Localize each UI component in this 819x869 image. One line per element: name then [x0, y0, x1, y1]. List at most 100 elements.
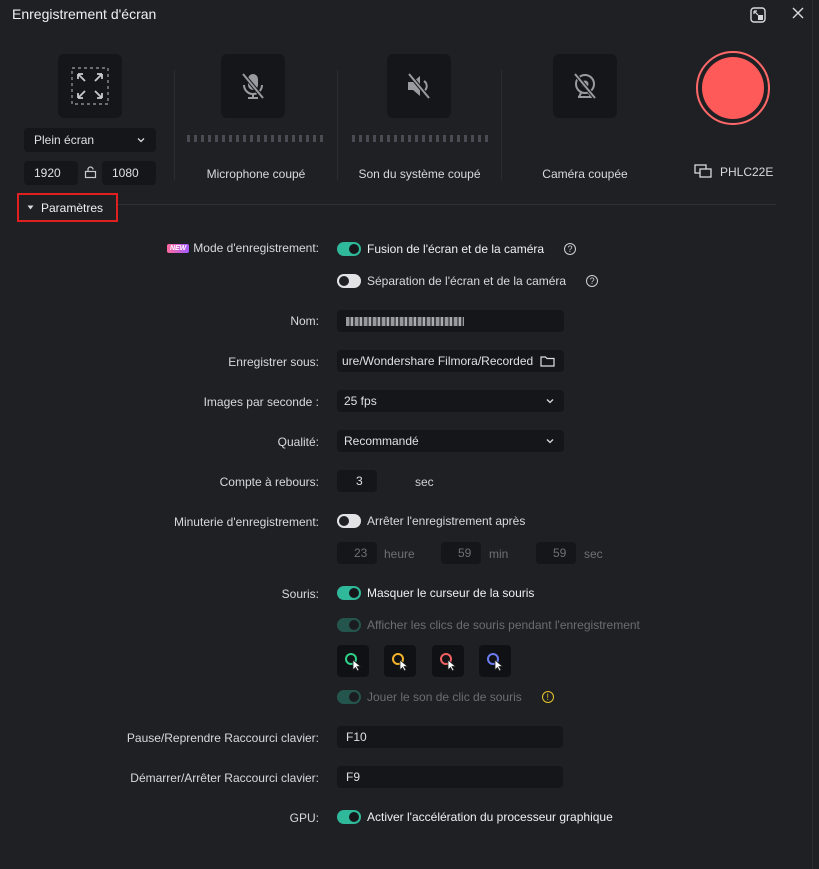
- chevron-down-icon: [137, 138, 145, 143]
- capture-mode-select[interactable]: Plein écran: [24, 128, 156, 152]
- show-clicks-label: Afficher les clics de souris pendant l'e…: [367, 618, 640, 632]
- height-input[interactable]: 1080: [102, 161, 156, 185]
- save-path-value: ure/Wondershare Filmora/Recorded: [342, 354, 534, 368]
- pause-shortcut-input[interactable]: F10: [337, 726, 563, 748]
- folder-icon[interactable]: [540, 355, 555, 367]
- timer-minutes-unit: min: [489, 547, 509, 561]
- camera-off-icon: [573, 72, 597, 100]
- mic-level-meter: [187, 135, 325, 142]
- window-title: Enregistrement d'écran: [12, 6, 157, 22]
- timer-option[interactable]: Arrêter l'enregistrement après: [337, 514, 525, 528]
- mic-label: Microphone coupé: [206, 167, 306, 181]
- cursor-click-icon: [487, 653, 504, 672]
- record-mode-label-text: Mode d'enregistrement:: [193, 241, 319, 255]
- start-shortcut-input[interactable]: F9: [337, 766, 563, 788]
- monitor-icon: [694, 164, 712, 178]
- record-mode-fusion-option[interactable]: Fusion de l'écran et de la caméra ?: [337, 242, 577, 256]
- timer-seconds-unit: sec: [584, 547, 603, 561]
- hide-cursor-option[interactable]: Masquer le curseur de la souris: [337, 586, 534, 600]
- timer-minutes-input[interactable]: 59: [441, 542, 481, 564]
- show-clicks-option[interactable]: Afficher les clics de souris pendant l'e…: [337, 618, 640, 632]
- save-location-input[interactable]: ure/Wondershare Filmora/Recorded: [337, 350, 564, 372]
- quality-label: Qualité:: [277, 435, 319, 449]
- click-sound-label: Jouer le son de clic de souris: [367, 690, 522, 704]
- pip-icon: [750, 7, 766, 23]
- cursor-click-icon: [392, 653, 409, 672]
- separate-label: Séparation de l'écran et de la caméra: [367, 274, 567, 288]
- gpu-option-label: Activer l'accélération du processeur gra…: [367, 810, 613, 824]
- record-mode-separate-option[interactable]: Séparation de l'écran et de la caméra ?: [337, 274, 599, 288]
- hide-cursor-label: Masquer le curseur de la souris: [367, 586, 535, 600]
- pause-shortcut-label: Pause/Reprendre Raccourci clavier:: [126, 731, 319, 745]
- fullscreen-area-button[interactable]: [58, 54, 122, 118]
- record-mode-label: NEW Mode d'enregistrement:: [166, 241, 319, 255]
- countdown-unit: sec: [415, 475, 434, 489]
- settings-header: Paramètres: [41, 200, 104, 215]
- countdown-label: Compte à rebours:: [219, 475, 319, 489]
- system-level-meter: [352, 135, 490, 142]
- aspect-lock-button[interactable]: [82, 163, 98, 181]
- new-badge: NEW: [166, 244, 190, 253]
- cursor-style-blue[interactable]: [479, 645, 511, 677]
- cursor-click-icon: [440, 653, 457, 672]
- quality-select[interactable]: Recommandé: [337, 430, 564, 452]
- capture-mode-value: Plein écran: [34, 133, 95, 147]
- fullscreen-icon: [71, 67, 109, 105]
- divider: [337, 70, 338, 180]
- warning-icon[interactable]: !: [541, 691, 554, 703]
- timer-hours-input[interactable]: 23: [337, 542, 377, 564]
- separate-toggle[interactable]: [337, 274, 361, 288]
- fps-value: 25 fps: [344, 394, 377, 408]
- record-button[interactable]: [696, 51, 770, 125]
- timer-toggle[interactable]: [337, 514, 361, 528]
- divider: [174, 70, 175, 180]
- fps-label: Images par seconde :: [203, 395, 319, 409]
- cursor-style-green[interactable]: [337, 645, 369, 677]
- link-icon: [84, 165, 96, 178]
- help-icon[interactable]: ?: [564, 243, 577, 255]
- timer-option-label: Arrêter l'enregistrement après: [367, 514, 526, 528]
- hide-cursor-toggle[interactable]: [337, 586, 361, 600]
- caret-down-icon: [27, 205, 34, 210]
- width-input[interactable]: 1920: [24, 161, 78, 185]
- blurred-name-value: [346, 316, 464, 326]
- camera-label: Caméra coupée: [542, 167, 628, 181]
- chevron-down-icon: [546, 439, 554, 444]
- click-sound-toggle[interactable]: [337, 690, 361, 704]
- save-location-label: Enregistrer sous:: [228, 355, 319, 369]
- cursor-style-yellow[interactable]: [384, 645, 416, 677]
- system-audio-toggle[interactable]: [387, 54, 451, 118]
- gpu-label: GPU:: [289, 811, 319, 825]
- camera-toggle[interactable]: [553, 54, 617, 118]
- timer-seconds-input[interactable]: 59: [536, 542, 576, 564]
- name-label: Nom:: [290, 314, 319, 328]
- microphone-toggle[interactable]: [221, 54, 285, 118]
- cursor-style-red[interactable]: [432, 645, 464, 677]
- show-clicks-toggle[interactable]: [337, 618, 361, 632]
- settings-toggle[interactable]: Paramètres: [17, 193, 118, 222]
- countdown-input[interactable]: 3: [337, 470, 377, 492]
- quality-value: Recommandé: [344, 434, 419, 448]
- help-icon[interactable]: ?: [586, 275, 599, 287]
- fusion-toggle[interactable]: [337, 242, 361, 256]
- close-button[interactable]: [787, 2, 809, 24]
- fps-select[interactable]: 25 fps: [337, 390, 564, 412]
- timer-label: Minuterie d'enregistrement:: [173, 515, 319, 529]
- minimize-mode-button[interactable]: [747, 4, 769, 26]
- monitor-label: PHLC22E: [720, 164, 774, 179]
- divider: [501, 70, 502, 180]
- monitor-selector[interactable]: PHLC22E: [694, 164, 773, 179]
- gpu-option[interactable]: Activer l'accélération du processeur gra…: [337, 810, 613, 824]
- gpu-toggle[interactable]: [337, 810, 361, 824]
- chevron-down-icon: [546, 399, 554, 404]
- speaker-muted-icon: [407, 72, 431, 100]
- close-icon: [792, 7, 804, 19]
- record-icon: [702, 57, 764, 119]
- fusion-label: Fusion de l'écran et de la caméra: [367, 242, 545, 256]
- cursor-click-icon: [345, 653, 362, 672]
- name-input[interactable]: [337, 310, 564, 332]
- click-sound-option[interactable]: Jouer le son de clic de souris !: [337, 690, 554, 704]
- mouse-label: Souris:: [281, 587, 319, 601]
- start-shortcut-label: Démarrer/Arrêter Raccourci clavier:: [130, 771, 319, 785]
- window-edge: [812, 0, 813, 869]
